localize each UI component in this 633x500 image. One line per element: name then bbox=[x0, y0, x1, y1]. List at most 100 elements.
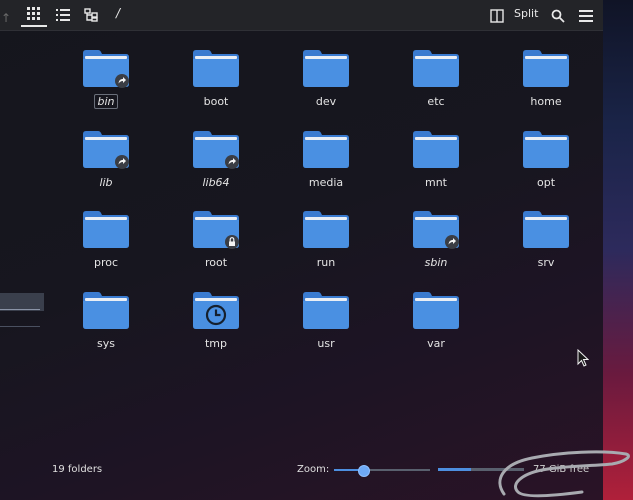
folder-icon bbox=[523, 50, 569, 87]
folder-count: 19 folders bbox=[52, 464, 103, 475]
folder-label: sbin bbox=[396, 256, 476, 269]
search-icon[interactable] bbox=[549, 4, 567, 28]
sidebar-divider bbox=[0, 326, 40, 327]
folder-item[interactable]: srv bbox=[506, 207, 586, 283]
folder-item[interactable]: sbin bbox=[396, 207, 476, 283]
folder-name: opt bbox=[536, 175, 556, 189]
folder-icon bbox=[193, 130, 239, 169]
folder-icon bbox=[413, 130, 459, 168]
folder-name: proc bbox=[93, 256, 119, 269]
lock-badge-icon bbox=[225, 235, 239, 249]
desktop-wallpaper bbox=[603, 0, 633, 500]
folder-label: mnt bbox=[396, 176, 476, 189]
symlink-badge-icon bbox=[445, 235, 459, 249]
folder-name: dev bbox=[315, 95, 337, 108]
folder-label: opt bbox=[506, 176, 586, 189]
free-space-bar-fill bbox=[438, 468, 471, 471]
zoom-slider-handle[interactable] bbox=[357, 465, 370, 477]
folder-icon bbox=[413, 211, 459, 249]
folder-icon bbox=[303, 130, 349, 168]
folder-label: run bbox=[286, 256, 366, 269]
split-button[interactable]: Split bbox=[514, 7, 538, 20]
folder-name: srv bbox=[537, 256, 555, 269]
folder-item[interactable]: bin bbox=[66, 46, 146, 122]
folder-icon bbox=[413, 291, 459, 329]
folder-label: proc bbox=[66, 256, 146, 269]
zoom-label: Zoom: bbox=[297, 464, 330, 475]
folder-icon bbox=[523, 130, 569, 168]
folder-name: sbin bbox=[424, 256, 448, 269]
folder-label: bin bbox=[66, 94, 146, 109]
details-view-icon[interactable] bbox=[53, 3, 73, 27]
symlink-badge-icon bbox=[115, 74, 129, 88]
folder-label: etc bbox=[396, 95, 476, 108]
folder-item[interactable]: etc bbox=[396, 46, 476, 122]
folder-label: home bbox=[506, 95, 586, 108]
folder-icon bbox=[523, 211, 569, 248]
folder-icon bbox=[83, 130, 129, 169]
folder-label: dev bbox=[286, 95, 366, 108]
folder-label: lib64 bbox=[176, 176, 256, 189]
folder-name: sys bbox=[97, 336, 115, 350]
folder-name: lib bbox=[99, 175, 113, 189]
folder-item[interactable]: lib64 bbox=[176, 127, 256, 203]
folder-name: media bbox=[308, 175, 344, 189]
folder-name: mnt bbox=[425, 175, 447, 189]
mouse-cursor-icon bbox=[577, 349, 589, 367]
folder-item[interactable]: media bbox=[286, 127, 366, 203]
folder-item[interactable]: usr bbox=[286, 288, 366, 364]
toolbar: ↑ / Split bbox=[0, 0, 603, 31]
folder-item[interactable]: mnt bbox=[396, 127, 476, 203]
folder-item[interactable]: lib bbox=[66, 127, 146, 203]
folder-icon bbox=[303, 50, 349, 87]
folder-item[interactable]: root bbox=[176, 207, 256, 283]
folder-item[interactable]: opt bbox=[506, 127, 586, 203]
folder-icon bbox=[303, 291, 349, 329]
hamburger-menu-icon[interactable] bbox=[577, 4, 595, 28]
folder-name: usr bbox=[317, 336, 335, 350]
folder-icon bbox=[413, 50, 459, 87]
file-manager-window: ↑ / Split bin boot dev etc home lib lib6… bbox=[0, 0, 603, 500]
folder-name: lib64 bbox=[202, 175, 230, 189]
folder-name: home bbox=[530, 95, 562, 108]
folder-item[interactable]: tmp bbox=[176, 288, 256, 364]
folder-icon bbox=[193, 211, 239, 249]
folder-label: root bbox=[176, 256, 256, 269]
folder-name: bin bbox=[94, 94, 118, 109]
arrow-up-icon[interactable]: ↑ bbox=[0, 6, 12, 30]
folder-item[interactable]: home bbox=[506, 46, 586, 122]
folder-item[interactable]: sys bbox=[66, 288, 146, 364]
folder-label: usr bbox=[286, 337, 366, 350]
symlink-badge-icon bbox=[225, 154, 239, 169]
folder-name: tmp bbox=[204, 336, 227, 350]
folder-label: lib bbox=[66, 176, 146, 189]
folder-icon bbox=[303, 211, 349, 248]
tree-view-icon[interactable] bbox=[81, 3, 101, 27]
symlink-badge-icon bbox=[115, 154, 129, 169]
folder-label: boot bbox=[176, 95, 256, 108]
folder-name: var bbox=[427, 336, 445, 350]
split-view-icon[interactable] bbox=[488, 4, 506, 28]
folder-item[interactable]: proc bbox=[66, 207, 146, 283]
folder-icon bbox=[83, 291, 129, 329]
folder-item[interactable]: var bbox=[396, 288, 476, 364]
folder-name: root bbox=[204, 256, 228, 269]
folder-name: etc bbox=[427, 95, 445, 108]
folder-label: media bbox=[286, 176, 366, 189]
annotation-scribble bbox=[498, 450, 630, 498]
folder-icon bbox=[193, 291, 239, 329]
location-path[interactable]: / bbox=[116, 6, 120, 20]
folder-item[interactable]: run bbox=[286, 207, 366, 283]
folder-label: tmp bbox=[176, 337, 256, 350]
folder-name: boot bbox=[203, 95, 229, 108]
folder-item[interactable]: boot bbox=[176, 46, 256, 122]
folder-label: sys bbox=[66, 337, 146, 350]
folder-icon bbox=[193, 50, 239, 87]
folder-icon bbox=[83, 50, 129, 88]
sidebar-item-selected[interactable] bbox=[0, 293, 44, 311]
folder-item[interactable]: dev bbox=[286, 46, 366, 122]
icons-view-icon[interactable] bbox=[21, 3, 47, 27]
folder-label: var bbox=[396, 337, 476, 350]
folder-name: run bbox=[316, 256, 336, 269]
folder-label: srv bbox=[506, 256, 586, 269]
